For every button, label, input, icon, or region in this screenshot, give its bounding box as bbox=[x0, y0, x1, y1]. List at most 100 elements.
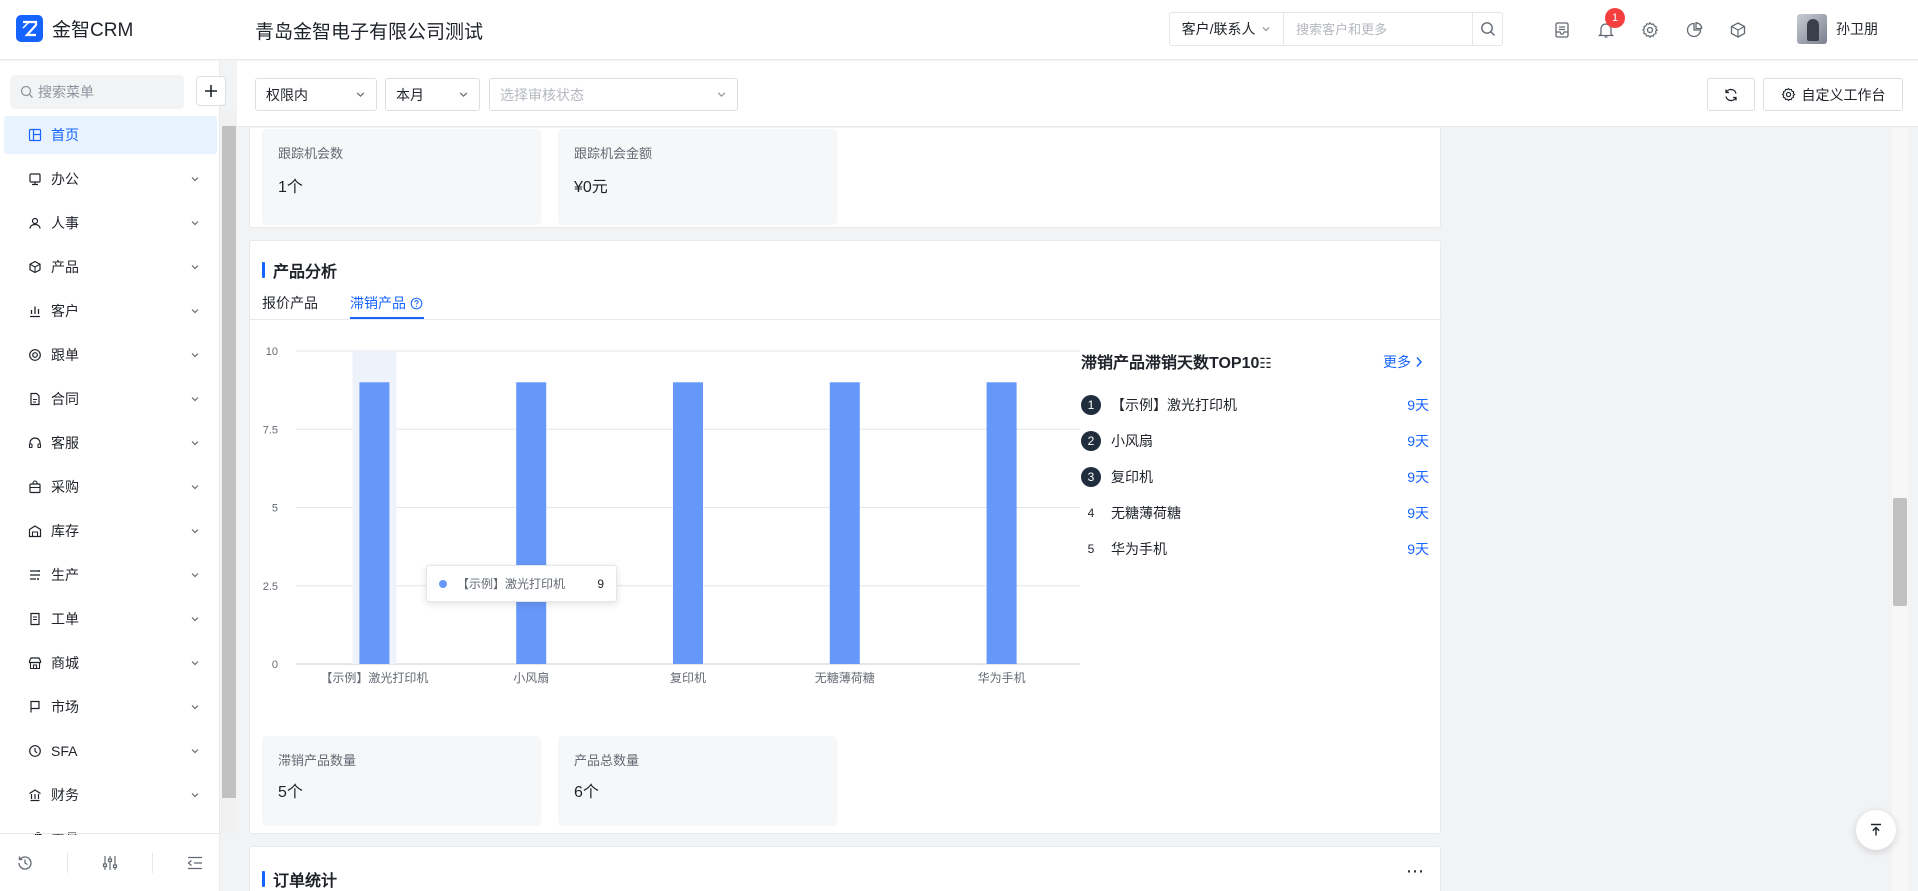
sidebar-item-label: 客服 bbox=[51, 435, 79, 451]
page-scrollbar-thumb[interactable] bbox=[1893, 498, 1907, 606]
pie-chart-icon[interactable] bbox=[1682, 18, 1706, 42]
app-name: 金智CRM bbox=[52, 20, 134, 41]
sidebar-item-label: 办公 bbox=[51, 171, 79, 187]
sidebar-item-inventory[interactable]: 库存 bbox=[0, 509, 220, 553]
audit-status-select[interactable]: 选择审核状态 bbox=[489, 78, 738, 111]
rank-value: 9天 bbox=[1407, 469, 1429, 485]
tab-slow-moving-products[interactable]: 滞销产品 bbox=[350, 293, 423, 313]
product-total-box: 产品总数量 6个 bbox=[558, 736, 837, 826]
ranking-row[interactable]: 3 复印机 9天 bbox=[1081, 466, 1429, 488]
rank-number: 5 bbox=[1087, 542, 1095, 556]
rank-value: 9天 bbox=[1407, 397, 1429, 413]
sidebar-item-contract[interactable]: 合同 bbox=[0, 377, 220, 421]
add-button[interactable] bbox=[196, 76, 226, 106]
sidebar-item-service[interactable]: 客服 bbox=[0, 421, 220, 465]
company-name: 青岛金智电子有限公司测试 bbox=[255, 22, 484, 43]
chevron-down-icon bbox=[190, 438, 200, 448]
sliders-icon[interactable] bbox=[101, 854, 119, 872]
sidebar-item-label: 采购 bbox=[51, 479, 79, 495]
dashboard-icon bbox=[27, 127, 43, 143]
sidebar-item-hr[interactable]: 人事 bbox=[0, 201, 220, 245]
rank-value: 9天 bbox=[1407, 433, 1429, 449]
rank-name: 小风扇 bbox=[1111, 433, 1153, 449]
customize-workbench-button[interactable]: 自定义工作台 bbox=[1763, 78, 1903, 111]
box-icon[interactable] bbox=[1726, 18, 1750, 42]
sidebar-item-production[interactable]: 生产 bbox=[0, 553, 220, 597]
sfa-icon bbox=[27, 743, 43, 759]
sidebar-item-label: 生产 bbox=[51, 567, 79, 583]
x-tick-label: 小风扇 bbox=[513, 670, 549, 685]
sort-icon: ☷ bbox=[1259, 355, 1272, 371]
sidebar-scrollbar-thumb[interactable] bbox=[222, 126, 236, 798]
ranking-row[interactable]: 4 无糖薄荷糖 9天 bbox=[1081, 502, 1429, 524]
slow-moving-chart: 0 2.5 5 7.5 10 【示例】激光打印机 小风扇 复印机 无糖薄荷糖 华为手机 bbox=[250, 331, 1080, 751]
scope-select[interactable]: 权限内 bbox=[255, 78, 377, 111]
chevron-down-icon bbox=[190, 614, 200, 624]
search-input[interactable] bbox=[1284, 13, 1473, 45]
period-value: 本月 bbox=[396, 86, 424, 103]
sidebar-item-finance[interactable]: 财务 bbox=[0, 773, 220, 817]
tooltip-name: 【示例】激光打印机 bbox=[457, 577, 566, 591]
ranking-row[interactable]: 2 小风扇 9天 bbox=[1081, 430, 1429, 452]
sidebar-item-label: 市场 bbox=[51, 699, 79, 715]
plus-icon bbox=[203, 83, 219, 99]
tooltip-value: 9 bbox=[597, 576, 604, 591]
sidebar-item-ticket[interactable]: 工单 bbox=[0, 597, 220, 641]
more-options-icon[interactable]: ⋯ bbox=[1406, 861, 1425, 882]
chevron-down-icon bbox=[190, 526, 200, 536]
sidebar-item-office[interactable]: 办公 bbox=[0, 157, 220, 201]
app-logo[interactable]: 金智CRM bbox=[16, 15, 133, 42]
tab-quoted-products[interactable]: 报价产品 bbox=[262, 293, 318, 313]
sidebar-item-product[interactable]: 产品 bbox=[0, 245, 220, 289]
chevron-down-icon bbox=[190, 658, 200, 668]
y-tick-label: 5 bbox=[272, 503, 278, 515]
sidebar-item-label: 商城 bbox=[51, 655, 79, 671]
menu-search-input[interactable] bbox=[38, 84, 178, 100]
inbox-icon[interactable] bbox=[1550, 18, 1574, 42]
sidebar-item-market[interactable]: 市场 bbox=[0, 685, 220, 729]
sidebar-item-label: SFA bbox=[51, 743, 78, 759]
sidebar: 首页 办公 人事 产品 客户 跟单 合同 bbox=[0, 61, 226, 891]
user-menu[interactable]: 孙卫朋 bbox=[1797, 14, 1878, 44]
sidebar-item-customer[interactable]: 客户 bbox=[0, 289, 220, 333]
sidebar-item-sfa[interactable]: SFA bbox=[0, 729, 220, 773]
bar bbox=[986, 382, 1017, 664]
flag-icon bbox=[27, 699, 43, 715]
more-link[interactable]: 更多 bbox=[1383, 352, 1424, 372]
customize-workbench-label: 自定义工作台 bbox=[1801, 86, 1886, 103]
opportunity-amount-box: 跟踪机会金额 ¥0元 bbox=[558, 129, 837, 225]
period-select[interactable]: 本月 bbox=[385, 78, 480, 111]
back-to-top-button[interactable] bbox=[1856, 810, 1896, 850]
target-icon bbox=[27, 347, 43, 363]
product-analysis-card: 产品分析 报价产品 滞销产品 0 2.5 5 7.5 10 【示例】激光打印机 小风扇 复印机… bbox=[249, 240, 1442, 834]
filter-bar: 权限内 本月 选择审核状态 自定义工作台 bbox=[237, 61, 1918, 127]
sidebar-item-home[interactable]: 首页 bbox=[4, 116, 217, 154]
history-icon[interactable] bbox=[16, 854, 34, 872]
notification-badge: 1 bbox=[1605, 8, 1625, 28]
ranking-row[interactable]: 5 华为手机 9天 bbox=[1081, 538, 1429, 560]
search-icon bbox=[1480, 21, 1496, 37]
refresh-button[interactable] bbox=[1707, 78, 1755, 111]
scope-value: 权限内 bbox=[266, 86, 308, 103]
chevron-down-icon bbox=[190, 394, 200, 404]
opportunity-card: 跟踪机会数 1个 跟踪机会金额 ¥0元 bbox=[249, 128, 1441, 228]
chevron-down-icon bbox=[190, 746, 200, 756]
sidebar-item-mall[interactable]: 商城 bbox=[0, 641, 220, 685]
stat-value: 6个 bbox=[574, 784, 599, 801]
rank-name: 复印机 bbox=[1111, 469, 1153, 485]
y-tick-label: 2.5 bbox=[263, 581, 278, 593]
ranking-row[interactable]: 1 【示例】激光打印机 9天 bbox=[1081, 394, 1429, 416]
rank-name: 华为手机 bbox=[1111, 541, 1167, 557]
stat-value: 5个 bbox=[278, 784, 303, 801]
collapse-menu-icon[interactable] bbox=[186, 854, 204, 872]
search-button[interactable] bbox=[1472, 13, 1502, 45]
gear-icon[interactable] bbox=[1638, 18, 1662, 42]
y-tick-label: 0 bbox=[272, 659, 278, 671]
finance-icon bbox=[27, 787, 43, 803]
sidebar-item-purchase[interactable]: 采购 bbox=[0, 465, 220, 509]
bar bbox=[359, 382, 390, 664]
sidebar-item-tracking[interactable]: 跟单 bbox=[0, 333, 220, 377]
search-type-select[interactable]: 客户/联系人 bbox=[1170, 13, 1285, 45]
help-circle-icon[interactable] bbox=[410, 297, 423, 310]
chevron-right-icon bbox=[1414, 356, 1424, 368]
